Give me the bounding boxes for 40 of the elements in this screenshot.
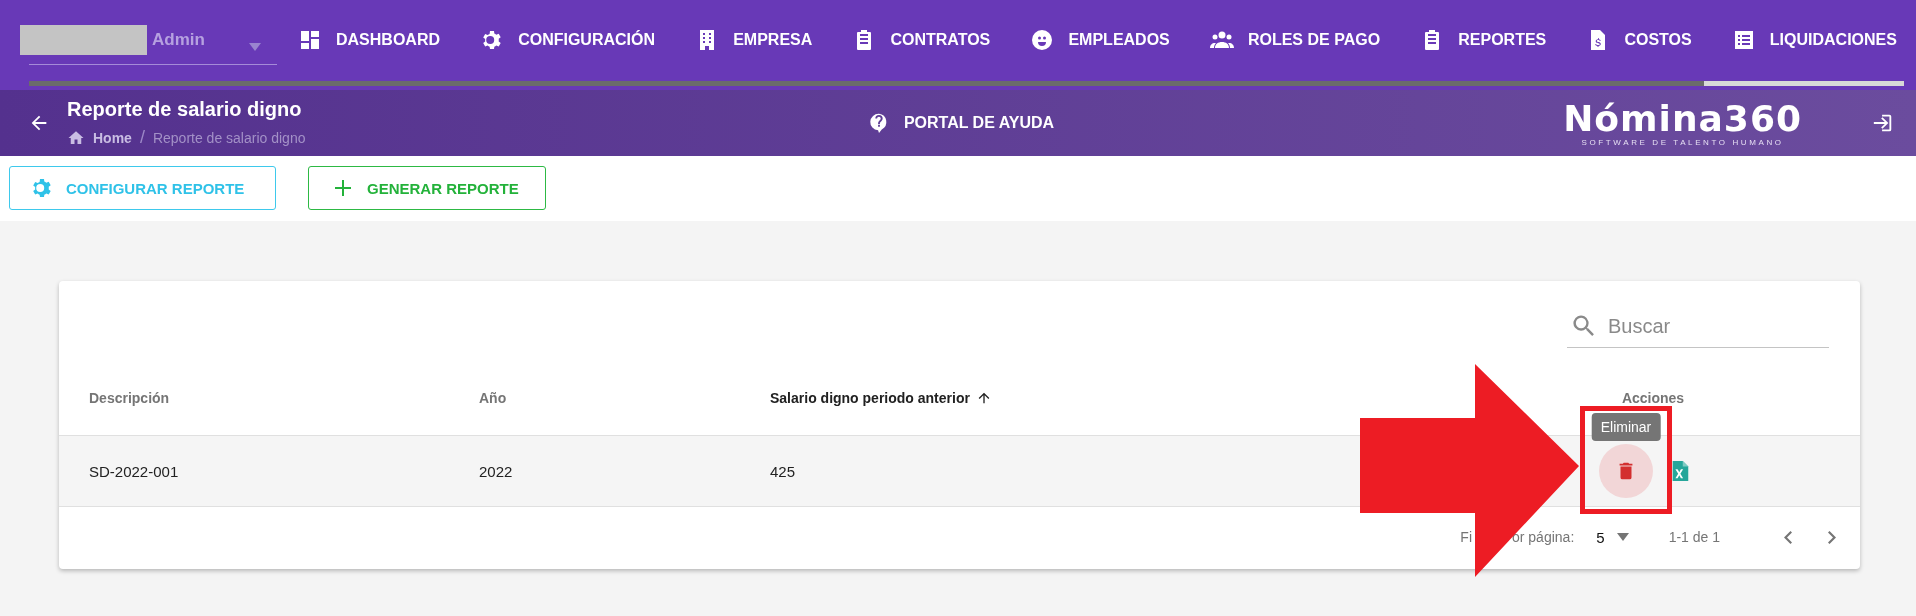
page-size-select[interactable]: 5: [1596, 528, 1629, 546]
rows-per-page-label: or página:: [1512, 529, 1575, 545]
logout-icon: [1872, 112, 1894, 134]
breadcrumb-current: Reporte de salario digno: [152, 129, 306, 146]
nav-item[interactable]: REPORTES: [1420, 28, 1547, 52]
user-name: Admin: [152, 30, 205, 50]
scrollbar-thumb[interactable]: [1704, 81, 1904, 86]
chevron-right-icon: [1828, 530, 1836, 544]
next-page-button[interactable]: [1828, 530, 1836, 544]
previous-page-button[interactable]: [1784, 530, 1792, 544]
nav-item[interactable]: LIQUIDACIONES: [1731, 28, 1897, 52]
page-title: Reporte de salario digno: [67, 98, 303, 121]
column-header[interactable]: Año: [479, 390, 770, 406]
nav-item[interactable]: EMPLEADOS: [1030, 28, 1170, 52]
dropdown-caret-icon[interactable]: [249, 43, 261, 51]
scrollbar[interactable]: [29, 81, 1904, 86]
column-header[interactable]: Acciones: [1568, 390, 1738, 406]
nav-item[interactable]: COSTOS: [1586, 28, 1692, 52]
nav-item[interactable]: CONTRATOS: [852, 28, 991, 52]
nav-item[interactable]: ROLES DE PAGO: [1209, 28, 1381, 52]
help-link[interactable]: PORTAL DE AYUDA: [861, 111, 1061, 135]
chevron-left-icon: [1784, 530, 1792, 544]
table-cell-text: 2022: [479, 462, 514, 480]
face-icon: [1030, 28, 1055, 52]
nav-item[interactable]: DASHBOARD: [298, 28, 440, 52]
breadcrumb-link[interactable]: Home: [67, 128, 132, 147]
table-cell-text: SD-2022-001: [89, 462, 180, 480]
rows-per-page-label: Fi: [1460, 529, 1472, 545]
nav-item[interactable]: CONFIGURACIÓN: [480, 28, 656, 52]
logo: Nómina360 SOFTWARE DE TALENTO HUMANO: [1563, 99, 1802, 147]
column-header[interactable]: Descripción: [89, 390, 479, 406]
tooltip: Eliminar: [1591, 413, 1661, 441]
dropdown-caret-icon: [1616, 533, 1629, 541]
column-header[interactable]: Salario digno periodo anterior: [770, 390, 1568, 406]
dashboard-icon: [298, 28, 322, 52]
breadcrumb-separator: /: [139, 127, 145, 148]
nav-item[interactable]: EMPRESA: [695, 28, 813, 52]
page-range: 1-1 de 1: [1668, 529, 1720, 545]
table-cell-text: 425: [770, 462, 797, 480]
logout-button[interactable]: [1872, 112, 1894, 134]
